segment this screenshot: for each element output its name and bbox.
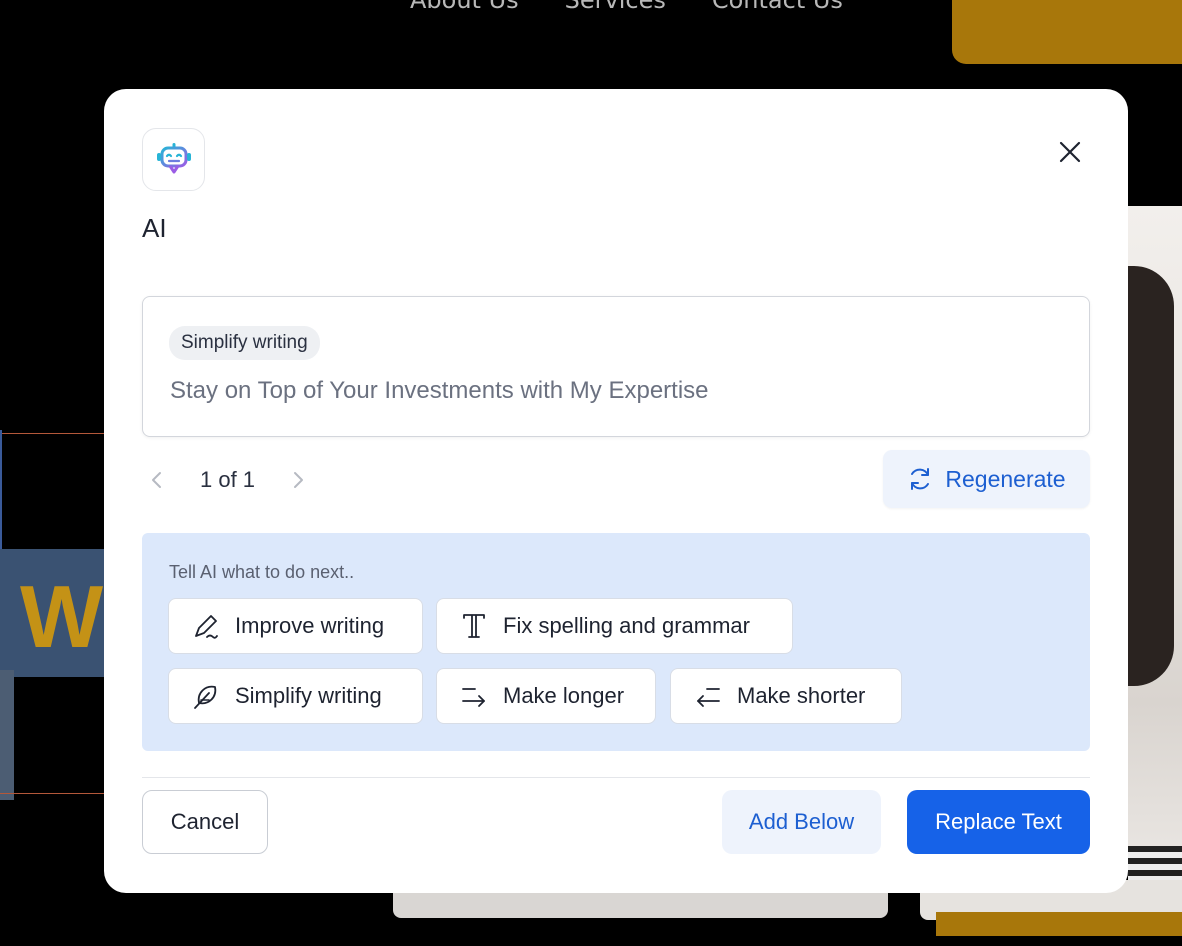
chevron-left-icon: [152, 472, 161, 488]
result-mode-chip: Simplify writing: [169, 326, 320, 360]
close-icon: [1059, 141, 1081, 163]
action-label: Fix spelling and grammar: [503, 613, 750, 638]
ai-logo: [142, 128, 205, 191]
background-line: [0, 433, 104, 434]
add-below-button[interactable]: Add Below: [722, 790, 881, 854]
robot-icon: [156, 142, 191, 173]
action-label: Make longer: [503, 683, 625, 708]
background-cta-button: [952, 0, 1182, 64]
bg-nav-contact: Contact Us: [711, 0, 843, 14]
ai-actions-panel: Tell AI what to do next.. Improve writin…: [142, 533, 1090, 751]
background-line: [0, 793, 104, 794]
background-hero-block: [0, 670, 14, 800]
actions-hint: Tell AI what to do next..: [169, 562, 355, 582]
fix-spelling-button[interactable]: Fix spelling and grammar: [436, 598, 793, 654]
cancel-button[interactable]: Cancel: [142, 790, 268, 854]
make-shorter-button[interactable]: Make shorter: [670, 668, 902, 724]
make-longer-button[interactable]: Make longer: [436, 668, 656, 724]
action-label: Simplify writing: [235, 683, 382, 708]
background-line: [0, 430, 2, 558]
footer-divider: [142, 777, 1090, 778]
modal-title: AI: [142, 213, 167, 243]
regenerate-button[interactable]: Regenerate: [883, 450, 1090, 508]
close-button[interactable]: [1054, 136, 1086, 168]
improve-writing-button[interactable]: Improve writing: [168, 598, 423, 654]
result-pager: 1 of 1: [142, 454, 313, 506]
pager-next-button[interactable]: [283, 465, 313, 495]
arrow-lengthen-icon: [462, 688, 485, 707]
pager-prev-button[interactable]: [142, 465, 172, 495]
action-label: Improve writing: [235, 613, 385, 638]
regenerate-label: Regenerate: [945, 465, 1066, 492]
ai-result-box: Simplify writing Stay on Top of Your Inv…: [142, 296, 1090, 437]
action-label: Make shorter: [737, 683, 866, 708]
feather-icon: [194, 685, 217, 709]
chevron-right-icon: [294, 472, 304, 488]
pen-icon: [195, 615, 218, 639]
bg-nav-about: About Us: [410, 0, 519, 14]
arrow-shorten-icon: [697, 688, 720, 707]
text-icon: [463, 614, 485, 638]
refresh-icon: [911, 468, 930, 490]
bg-nav-services: Services: [564, 0, 666, 14]
background-hero-letter: W: [20, 567, 104, 666]
pager-count: 1 of 1: [200, 467, 256, 492]
background-gold-strip: [936, 912, 1182, 936]
background-photo: [1128, 206, 1182, 916]
replace-text-button[interactable]: Replace Text: [907, 790, 1090, 854]
simplify-writing-button[interactable]: Simplify writing: [168, 668, 423, 724]
ai-result-text: Stay on Top of Your Investments with My …: [170, 377, 709, 404]
ai-modal: AI Simplify writing Stay on Top of Your …: [104, 89, 1128, 893]
background-nav: About Us Services Contact Us: [410, 0, 843, 14]
